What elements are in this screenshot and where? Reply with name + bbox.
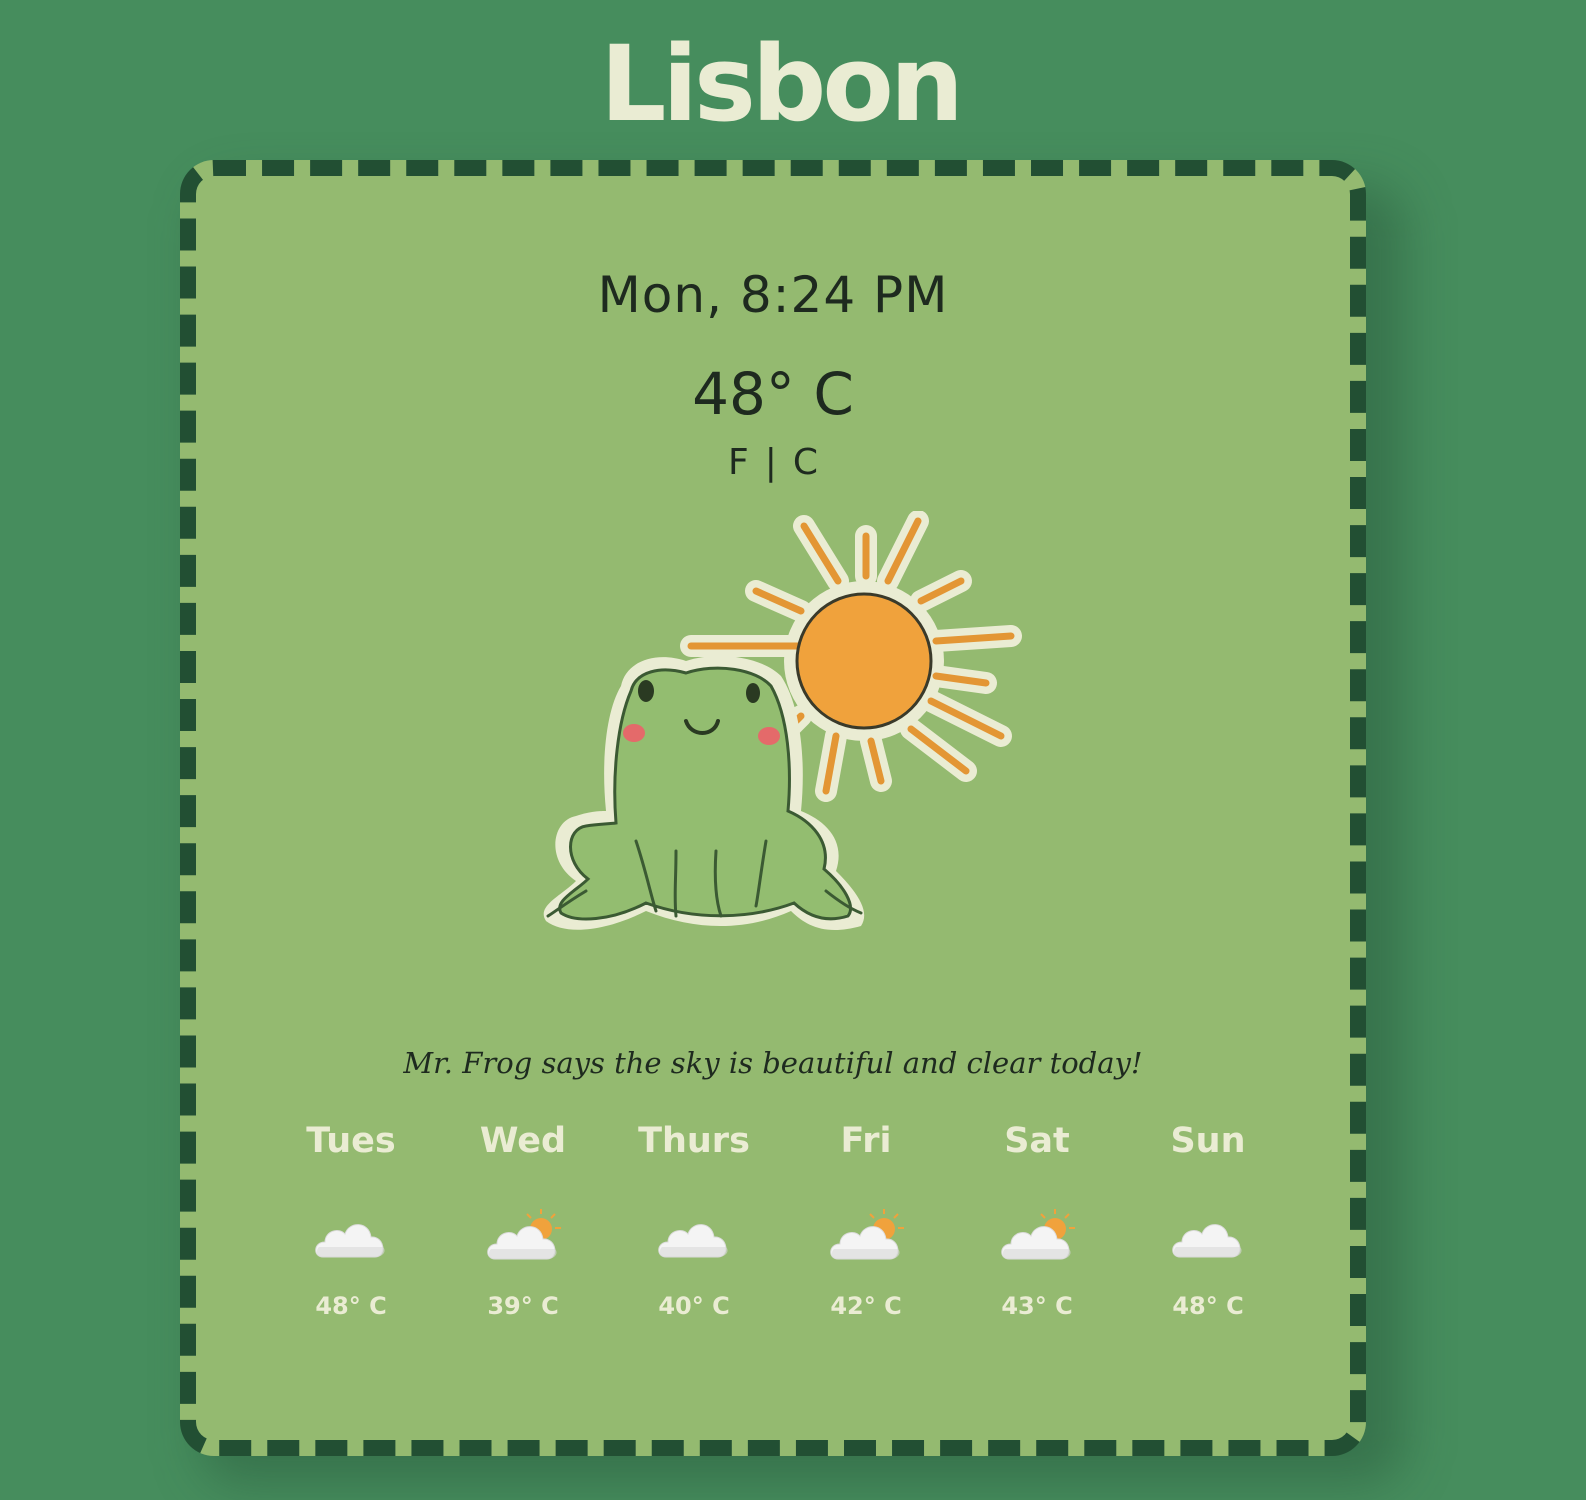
forecast-row: Tues 48° C Wed 39° C Thurs 40° C Fri 42°… xyxy=(266,1111,1296,1361)
forecast-day-name: Thurs xyxy=(638,1121,750,1161)
forecast-day-name: Tues xyxy=(306,1121,396,1161)
forecast-temp: 48° C xyxy=(315,1292,387,1320)
forecast-day-name: Fri xyxy=(840,1121,892,1161)
forecast-temp: 39° C xyxy=(487,1292,559,1320)
frog-with-sun-illustration xyxy=(543,511,1022,931)
forecast-day: Sun 48° C xyxy=(1123,1111,1293,1320)
fahrenheit-button[interactable]: F xyxy=(720,442,757,483)
celsius-button[interactable]: C xyxy=(785,442,826,483)
forecast-day-name: Sat xyxy=(1004,1121,1070,1161)
current-datetime: Mon, 8:24 PM xyxy=(597,266,949,324)
cloud-icon xyxy=(658,1224,728,1258)
forecast-day: Wed 39° C xyxy=(438,1111,608,1320)
current-temperature: 48° C xyxy=(692,360,854,428)
forecast-temp: 42° C xyxy=(830,1292,902,1320)
unit-separator: | xyxy=(764,442,777,483)
weather-message: Mr. Frog says the sky is beautiful and c… xyxy=(403,1046,1143,1080)
forecast-day: Sat 43° C xyxy=(952,1111,1122,1320)
cloud-icon xyxy=(315,1224,385,1258)
forecast-temp: 40° C xyxy=(658,1292,730,1320)
unit-toggle: F | C xyxy=(196,442,1350,483)
city-title: Lisbon xyxy=(600,23,964,145)
weather-card: Mon, 8:24 PM 48° C F | C Mr. Frog says t… xyxy=(180,160,1366,1456)
forecast-day-name: Wed xyxy=(479,1121,567,1161)
cloud-icon xyxy=(1172,1224,1242,1258)
forecast-temp: 48° C xyxy=(1172,1292,1244,1320)
forecast-day-name: Sun xyxy=(1170,1121,1246,1161)
partly-sunny-icon xyxy=(1001,1209,1075,1260)
forecast-day: Fri 42° C xyxy=(781,1111,951,1320)
partly-sunny-icon xyxy=(830,1209,904,1260)
partly-sunny-icon xyxy=(487,1209,561,1260)
forecast-day: Tues 48° C xyxy=(266,1111,436,1320)
forecast-day: Thurs 40° C xyxy=(609,1111,779,1320)
forecast-temp: 43° C xyxy=(1001,1292,1073,1320)
